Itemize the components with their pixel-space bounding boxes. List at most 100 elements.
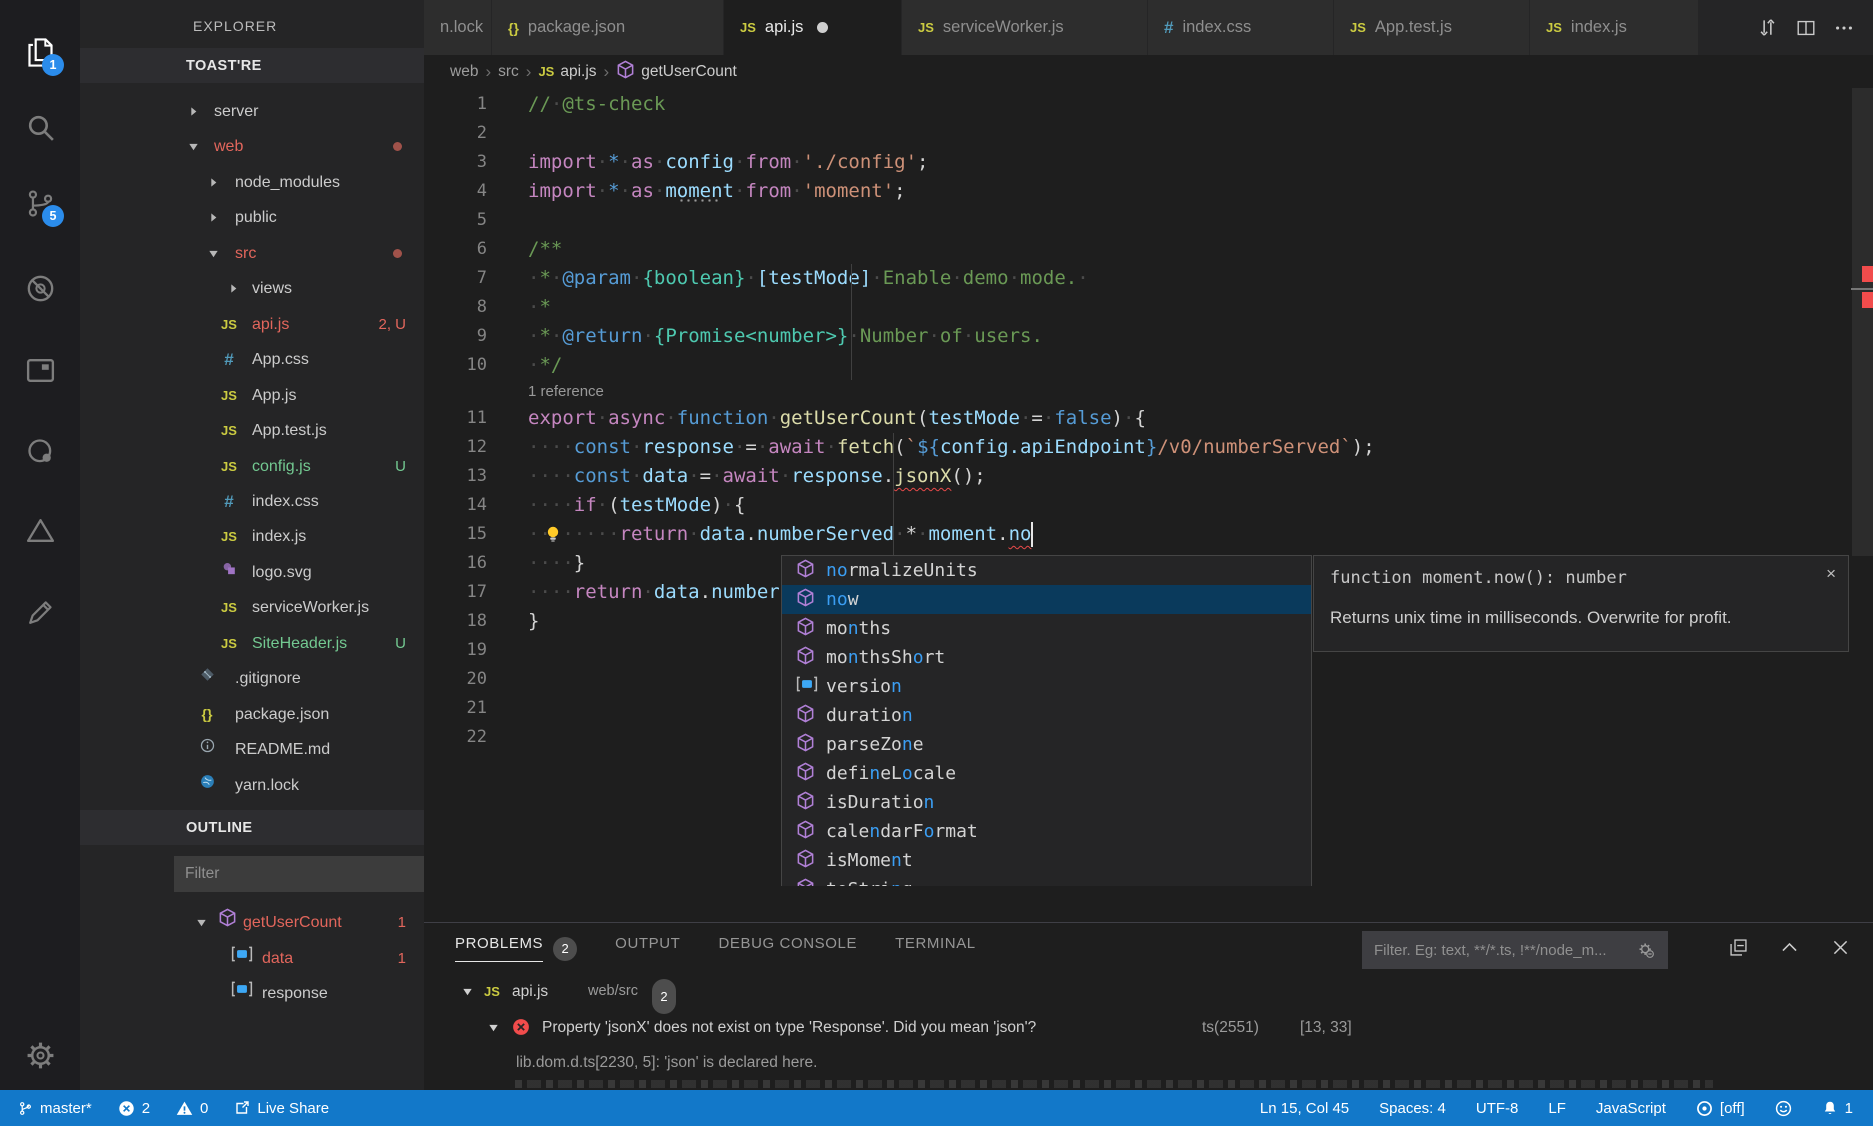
suggest-item-monthsShort[interactable]: monthsShort bbox=[782, 643, 1311, 672]
suggest-item-isDuration[interactable]: isDuration bbox=[782, 788, 1311, 817]
tab-App-test-js[interactable]: JSApp.test.js bbox=[1334, 0, 1530, 55]
more-actions-icon[interactable] bbox=[1833, 17, 1855, 39]
suggest-item-normalizeUnits[interactable]: normalizeUnits bbox=[782, 556, 1311, 585]
status-ln-15-col-45[interactable]: Ln 15, Col 45 bbox=[1256, 1090, 1353, 1126]
file-row-serviceWorker-js[interactable]: JSserviceWorker.js bbox=[80, 590, 424, 625]
chevron-down-icon[interactable] bbox=[196, 905, 207, 940]
problem-row-file[interactable]: JSapi.jsweb/src2 bbox=[424, 974, 1873, 1009]
file-row--gitignore[interactable]: .gitignore bbox=[80, 661, 424, 696]
tab-package-json[interactable]: {}package.json bbox=[492, 0, 724, 55]
status-1[interactable]: 1 bbox=[1818, 1090, 1857, 1126]
suggest-item-toString[interactable]: toString bbox=[782, 875, 1311, 886]
activity-debug-disabled-icon[interactable] bbox=[0, 264, 80, 312]
file-row-logo-svg[interactable]: logo.svg bbox=[80, 555, 424, 590]
tab-serviceWorker-js[interactable]: JSserviceWorker.js bbox=[902, 0, 1148, 55]
problem-row-related[interactable]: lib.dom.d.ts[2230, 5]: 'json' is declare… bbox=[424, 1045, 1873, 1080]
activity-gear-icon[interactable] bbox=[0, 1031, 80, 1079]
file-row-node-modules[interactable]: node_modules bbox=[80, 165, 424, 200]
suggest-item-now[interactable]: now bbox=[782, 585, 1311, 614]
file-row-src[interactable]: src bbox=[80, 236, 424, 271]
compare-icon[interactable] bbox=[1756, 16, 1779, 39]
file-row-index-js[interactable]: JSindex.js bbox=[80, 519, 424, 554]
file-row-web[interactable]: web bbox=[80, 129, 424, 164]
split-editor-icon[interactable] bbox=[1795, 17, 1817, 39]
status-2[interactable]: 2 bbox=[114, 1090, 154, 1126]
suggest-item-version[interactable]: version bbox=[782, 672, 1311, 701]
tab-n-lock[interactable]: n.lock bbox=[424, 0, 492, 55]
panel-tab-problems[interactable]: PROBLEMS2 bbox=[455, 935, 577, 962]
suggest-item-months[interactable]: months bbox=[782, 614, 1311, 643]
outline-section-header[interactable]: OUTLINE bbox=[80, 810, 424, 845]
file-row-index-css[interactable]: #index.css bbox=[80, 484, 424, 519]
editor-scrollbar[interactable] bbox=[1852, 88, 1873, 556]
problem-row-error[interactable]: Property 'jsonX' does not exist on type … bbox=[424, 1010, 1873, 1045]
panel-tab-terminal[interactable]: TERMINAL bbox=[895, 935, 976, 962]
workspace-section-header[interactable]: TOAST'RE bbox=[80, 48, 424, 83]
file-row-SiteHeader-js[interactable]: JSSiteHeader.jsU bbox=[80, 626, 424, 661]
suggest-item-parseZone[interactable]: parseZone bbox=[782, 730, 1311, 759]
code-editor[interactable]: 12345678910111213141516171819202122 1 re… bbox=[424, 88, 1873, 886]
file-row-api-js[interactable]: JSapi.js2, U bbox=[80, 307, 424, 342]
suggest-item-calendarFormat[interactable]: calendarFormat bbox=[782, 817, 1311, 846]
outline-filter-input[interactable] bbox=[174, 856, 424, 892]
file-row-App-js[interactable]: JSApp.js bbox=[80, 378, 424, 413]
file-row-App-test-js[interactable]: JSApp.test.js bbox=[80, 413, 424, 448]
tab-index-js[interactable]: JSindex.js bbox=[1530, 0, 1702, 55]
outline-symbol-response[interactable]: response bbox=[80, 976, 424, 1011]
status-live-share[interactable]: Live Share bbox=[230, 1090, 333, 1126]
suggest-item-duration[interactable]: duration bbox=[782, 701, 1311, 730]
activity-circle-tool-icon[interactable] bbox=[0, 427, 80, 475]
modified-dot-icon[interactable] bbox=[817, 22, 828, 33]
breadcrumb-item-src[interactable]: src bbox=[498, 63, 519, 81]
chevron-right-icon[interactable] bbox=[208, 165, 219, 200]
chevron-down-icon[interactable] bbox=[488, 1010, 499, 1045]
codelens-references[interactable]: 1 reference bbox=[528, 380, 604, 404]
chevron-right-icon[interactable] bbox=[188, 94, 199, 129]
panel-tab-output[interactable]: OUTPUT bbox=[615, 935, 680, 962]
file-row-config-js[interactable]: JSconfig.jsU bbox=[80, 449, 424, 484]
activity-pen-tool-icon[interactable] bbox=[0, 588, 80, 636]
file-row-yarn-lock[interactable]: yarn.lock bbox=[80, 768, 424, 803]
file-row-App-css[interactable]: #App.css bbox=[80, 342, 424, 377]
file-row-README-md[interactable]: README.md bbox=[80, 732, 424, 767]
chevron-down-icon[interactable] bbox=[208, 236, 219, 271]
file-row-package-json[interactable]: {}package.json bbox=[80, 697, 424, 732]
chevron-down-icon[interactable] bbox=[188, 129, 199, 164]
chevron-right-icon[interactable] bbox=[208, 200, 219, 235]
chevron-right-icon[interactable] bbox=[228, 271, 239, 306]
status-master-[interactable]: master* bbox=[14, 1090, 96, 1126]
outline-symbol-data[interactable]: data1 bbox=[80, 941, 424, 976]
file-row-server[interactable]: server bbox=[80, 94, 424, 129]
status-spaces-4[interactable]: Spaces: 4 bbox=[1375, 1090, 1450, 1126]
activity-search-icon[interactable] bbox=[0, 103, 80, 151]
tab-index-css[interactable]: #index.css bbox=[1148, 0, 1334, 55]
activity-source-control-icon[interactable]: 5 bbox=[0, 179, 80, 227]
file-row-public[interactable]: public bbox=[80, 200, 424, 235]
outline-symbol-getUserCount[interactable]: getUserCount1 bbox=[80, 905, 424, 940]
file-row-views[interactable]: views bbox=[80, 271, 424, 306]
collapse-all-icon[interactable] bbox=[1728, 937, 1749, 958]
panel-tab-debug-console[interactable]: DEBUG CONSOLE bbox=[718, 935, 857, 962]
breadcrumb-item-getUserCount[interactable]: getUserCount bbox=[616, 60, 737, 84]
chevron-up-icon[interactable] bbox=[1779, 937, 1800, 958]
close-icon[interactable] bbox=[1830, 937, 1851, 958]
status-utf-8[interactable]: UTF-8 bbox=[1472, 1090, 1523, 1126]
activity-triangle-tool-icon[interactable] bbox=[0, 506, 80, 554]
breadcrumb-item-api.js[interactable]: JSapi.js bbox=[538, 63, 596, 81]
breadcrumb-item-web[interactable]: web bbox=[450, 63, 478, 81]
tab-api-js[interactable]: JSapi.js bbox=[724, 0, 902, 55]
problems-filter-input[interactable] bbox=[1362, 931, 1668, 969]
status--off-[interactable]: [off] bbox=[1692, 1090, 1749, 1126]
suggest-item-defineLocale[interactable]: defineLocale bbox=[782, 759, 1311, 788]
status-javascript[interactable]: JavaScript bbox=[1592, 1090, 1670, 1126]
activity-files-icon[interactable]: 1 bbox=[0, 28, 80, 76]
status-smiley-icon[interactable] bbox=[1771, 1090, 1796, 1126]
suggest-item-isMoment[interactable]: isMoment bbox=[782, 846, 1311, 875]
status-lf[interactable]: LF bbox=[1544, 1090, 1570, 1126]
chevron-down-icon[interactable] bbox=[462, 974, 473, 1009]
lightbulb-icon[interactable] bbox=[543, 524, 563, 549]
close-icon[interactable]: × bbox=[1826, 564, 1836, 584]
activity-window-box-icon[interactable] bbox=[0, 346, 80, 394]
status-0[interactable]: 0 bbox=[172, 1090, 212, 1126]
filter-gear-icon[interactable] bbox=[1636, 940, 1656, 965]
